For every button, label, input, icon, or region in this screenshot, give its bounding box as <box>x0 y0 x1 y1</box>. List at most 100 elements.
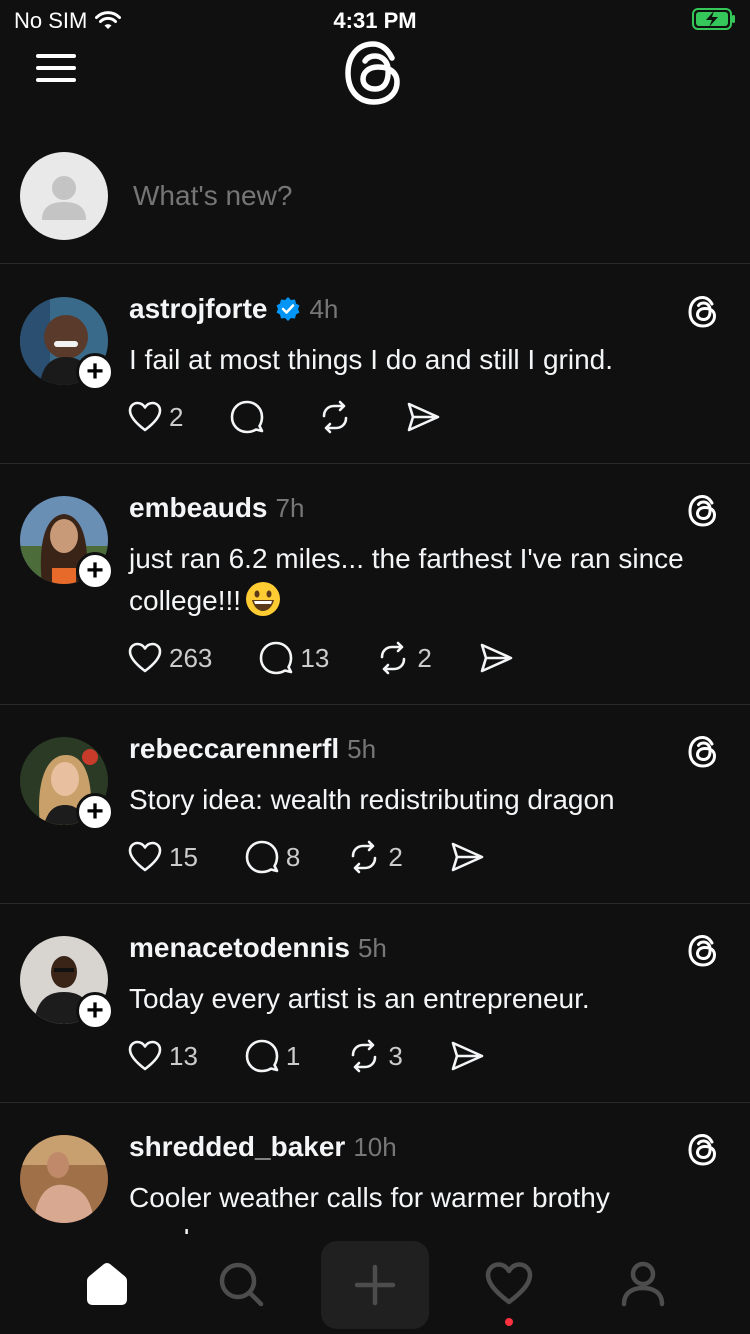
thread-post[interactable]: + rebeccarennerfl 5h Story idea: wealth … <box>0 705 750 904</box>
send-icon <box>480 643 513 673</box>
post-meta: menacetodennis 5h <box>129 932 387 964</box>
heart-icon <box>128 642 162 673</box>
thread-post[interactable]: + astrojforte 4h I fail at most things I… <box>0 265 750 464</box>
repost-button[interactable] <box>317 399 359 435</box>
like-count: 263 <box>169 642 213 673</box>
repost-icon <box>323 400 348 434</box>
share-button[interactable] <box>405 399 441 435</box>
like-button[interactable]: 15 <box>127 839 198 875</box>
bottom-tab-bar <box>0 1234 750 1334</box>
heart-icon <box>128 1040 162 1071</box>
post-text: Cooler weather calls for warmer brothy m… <box>129 1182 610 1234</box>
hamburger-menu-icon[interactable] <box>36 54 76 84</box>
repost-count: 3 <box>388 1040 403 1071</box>
comment-button[interactable]: 8 <box>244 839 300 875</box>
comment-button[interactable]: 13 <box>258 640 329 676</box>
tab-home[interactable] <box>57 1244 157 1324</box>
threads-icon[interactable] <box>686 494 720 528</box>
home-icon <box>87 1263 127 1305</box>
send-icon <box>408 402 440 432</box>
like-count: 13 <box>169 1040 198 1071</box>
post-meta: shredded_baker 10h <box>129 1131 397 1163</box>
repost-icon <box>381 641 406 675</box>
threads-icon[interactable] <box>686 934 720 968</box>
post-text: Today every artist is an entrepreneur. <box>129 983 590 1014</box>
repost-icon <box>352 1039 377 1073</box>
threads-icon[interactable] <box>686 735 720 769</box>
like-button[interactable]: 2 <box>127 399 183 435</box>
timestamp: 4h <box>309 293 339 324</box>
tab-search[interactable] <box>191 1244 291 1324</box>
comment-count: 1 <box>285 1040 301 1071</box>
profile-icon <box>621 1261 665 1307</box>
post-text: I fail at most things I do and still I g… <box>129 344 614 375</box>
comment-count: 8 <box>285 841 301 872</box>
threads-logo[interactable] <box>340 40 410 106</box>
share-button[interactable] <box>449 839 485 875</box>
status-bar: No SIM 4:31 PM <box>0 0 750 40</box>
comment-icon <box>260 641 293 675</box>
share-button[interactable] <box>449 1038 485 1074</box>
clock: 4:31 PM <box>333 8 417 33</box>
send-icon <box>451 1041 484 1071</box>
grinning-emoji-icon <box>246 582 281 616</box>
timestamp: 5h <box>357 932 387 963</box>
username[interactable]: shredded_baker <box>129 1131 345 1163</box>
notification-dot <box>505 1318 513 1326</box>
tab-profile[interactable] <box>593 1244 693 1324</box>
post-meta: astrojforte 4h <box>129 293 338 325</box>
comment-icon <box>245 1039 279 1073</box>
post-text: just ran 6.2 miles... the farthest I've … <box>129 538 689 622</box>
post-meta: rebeccarennerfl 5h <box>129 733 376 765</box>
thread-post[interactable]: + embeauds 7h just ran 6.2 miles... the … <box>0 464 750 705</box>
tab-activity[interactable] <box>459 1244 559 1324</box>
post-actions: 15 8 2 <box>127 839 531 875</box>
username[interactable]: astrojforte <box>129 293 267 325</box>
follow-plus-button[interactable]: + <box>76 793 114 831</box>
share-button[interactable] <box>478 640 514 676</box>
tab-compose[interactable] <box>321 1241 429 1329</box>
threads-icon[interactable] <box>686 1133 720 1167</box>
username[interactable]: menacetodennis <box>129 932 350 964</box>
new-thread-composer[interactable] <box>0 150 750 264</box>
follow-plus-button[interactable]: + <box>76 353 114 391</box>
repost-icon <box>352 840 377 874</box>
post-text: Story idea: wealth redistributing dragon <box>129 784 615 815</box>
timestamp: 7h <box>275 492 305 523</box>
avatar[interactable] <box>20 1135 108 1223</box>
comment-icon <box>231 400 264 434</box>
comment-count: 13 <box>300 642 330 673</box>
thread-post[interactable]: shredded_baker 10h Cooler weather calls … <box>0 1103 750 1234</box>
like-count: 2 <box>169 401 184 432</box>
like-button[interactable]: 13 <box>127 1038 198 1074</box>
threads-icon[interactable] <box>686 295 720 329</box>
post-actions: 263 13 2 <box>127 640 560 676</box>
like-count: 15 <box>169 841 198 872</box>
timestamp: 10h <box>353 1131 397 1162</box>
timestamp: 5h <box>347 733 377 764</box>
heart-icon <box>128 841 162 872</box>
repost-button[interactable]: 3 <box>346 1038 403 1074</box>
header <box>0 40 750 110</box>
repost-count: 2 <box>417 642 432 673</box>
repost-count: 2 <box>388 841 403 872</box>
verified-badge-icon <box>276 297 300 321</box>
heart-icon <box>128 401 162 432</box>
comment-icon <box>245 840 279 874</box>
repost-button[interactable]: 2 <box>346 839 403 875</box>
repost-button[interactable]: 2 <box>375 640 432 676</box>
like-button[interactable]: 263 <box>127 640 212 676</box>
activity-icon <box>485 1262 533 1305</box>
username[interactable]: rebeccarennerfl <box>129 733 339 765</box>
follow-plus-button[interactable]: + <box>76 992 114 1030</box>
comment-button[interactable] <box>229 399 271 435</box>
follow-plus-button[interactable]: + <box>76 552 114 590</box>
thread-post[interactable]: + menacetodennis 5h Today every artist i… <box>0 904 750 1103</box>
whats-new-input[interactable] <box>133 180 693 212</box>
post-actions: 13 1 3 <box>127 1038 531 1074</box>
comment-button[interactable]: 1 <box>244 1038 300 1074</box>
send-icon <box>451 842 484 872</box>
compose-icon <box>354 1264 396 1306</box>
search-icon <box>219 1262 264 1307</box>
username[interactable]: embeauds <box>129 492 268 524</box>
